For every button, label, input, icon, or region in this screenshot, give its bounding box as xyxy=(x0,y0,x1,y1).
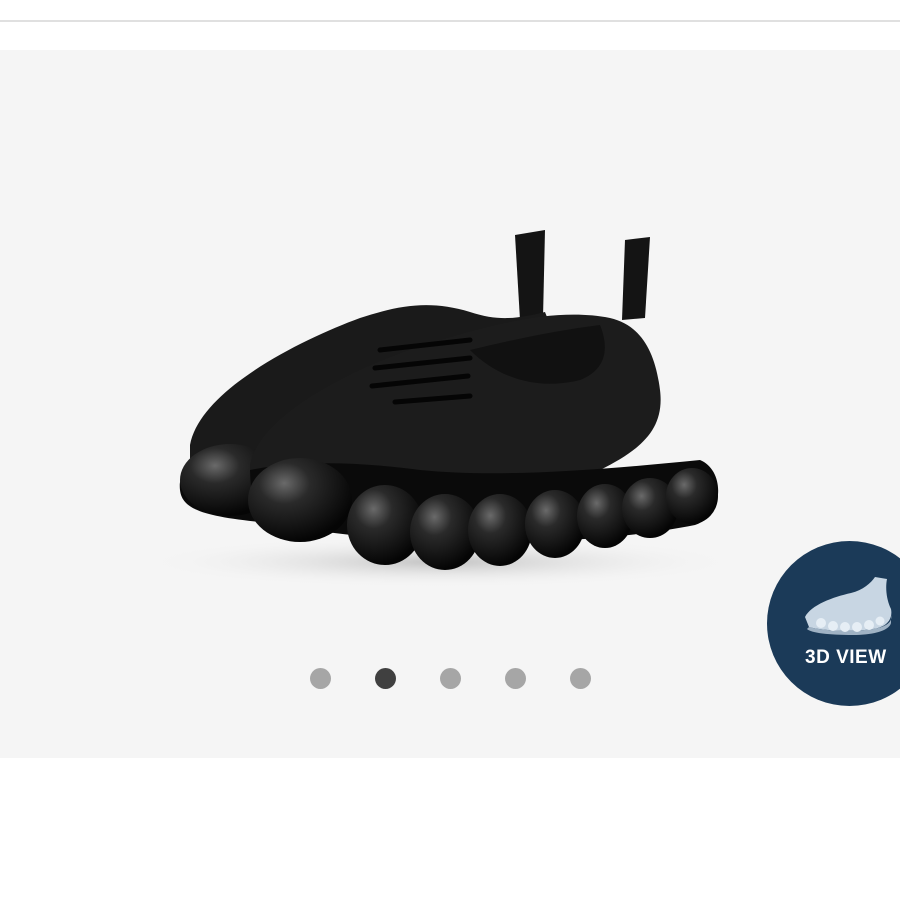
carousel-dots xyxy=(310,668,591,689)
product-image xyxy=(140,230,740,588)
front-shoe xyxy=(248,237,719,570)
3d-view-label: 3D VIEW xyxy=(805,647,887,668)
carousel-dot-4[interactable] xyxy=(505,668,526,689)
3d-shoe-icon xyxy=(805,577,892,635)
top-divider xyxy=(0,20,900,22)
carousel-dot-2[interactable] xyxy=(375,668,396,689)
carousel-dot-3[interactable] xyxy=(440,668,461,689)
product-gallery[interactable]: 3D VIEW xyxy=(0,50,900,758)
carousel-dot-1[interactable] xyxy=(310,668,331,689)
carousel-dot-5[interactable] xyxy=(570,668,591,689)
